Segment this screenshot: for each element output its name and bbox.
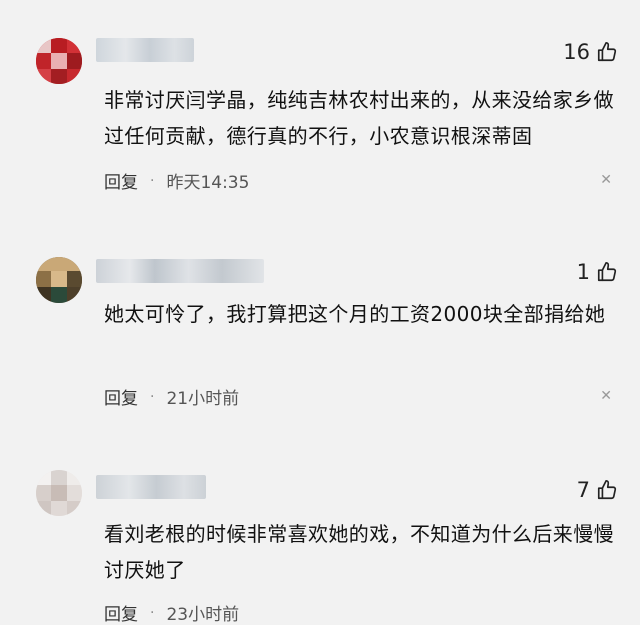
close-icon[interactable]: ✕ (600, 388, 612, 404)
reply-button[interactable]: 回复 (104, 168, 138, 193)
reply-button[interactable]: 回复 (104, 384, 138, 409)
username-blurred[interactable] (96, 38, 194, 62)
separator-dot: · (150, 388, 155, 405)
avatar[interactable] (36, 257, 82, 303)
comment-meta: 回复 · 昨天14:35 (104, 168, 250, 194)
comment-text: 她太可怜了，我打算把这个月的工资2000块全部捐给她 (104, 302, 606, 326)
thumbs-up-icon (596, 41, 618, 63)
avatar[interactable] (36, 38, 82, 84)
thumbs-up-icon (596, 479, 618, 501)
comment-time: 21小时前 (166, 389, 240, 409)
close-icon[interactable]: ✕ (600, 172, 612, 188)
like-count: 7 (576, 478, 590, 502)
comment-time: 昨天14:35 (166, 173, 250, 193)
username-blurred[interactable] (96, 475, 206, 499)
thumbs-up-icon (596, 261, 618, 283)
comment-text: 看刘老根的时候非常喜欢她的戏，不知道为什么后来慢慢讨厌她了 (104, 522, 614, 582)
comment-text: 非常讨厌闫学晶，纯纯吉林农村出来的，从来没给家乡做过任何贡献，德行真的不行，小农… (104, 88, 614, 148)
like-count: 1 (576, 260, 590, 284)
username-blurred[interactable] (96, 259, 264, 283)
like-button[interactable]: 16 (563, 40, 618, 64)
separator-dot: · (150, 172, 155, 189)
like-count: 16 (563, 40, 590, 64)
like-button[interactable]: 7 (577, 478, 618, 502)
avatar[interactable] (36, 470, 82, 516)
like-button[interactable]: 1 (577, 260, 618, 284)
comment-meta: 回复 · 21小时前 (104, 384, 240, 410)
